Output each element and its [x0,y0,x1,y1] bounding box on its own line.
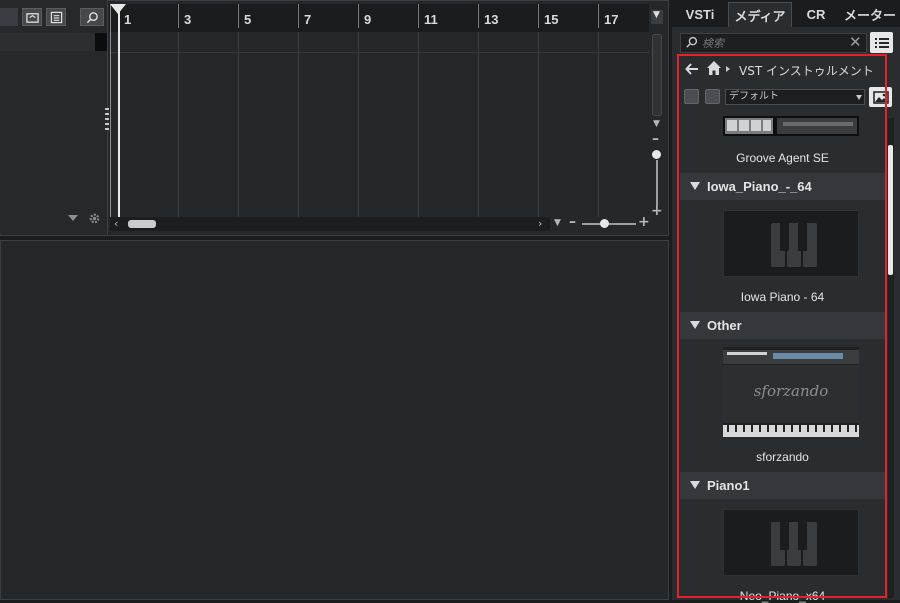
event-display[interactable] [109,32,649,217]
vertical-scroll-thumb[interactable] [652,34,662,116]
bar-number[interactable]: 9 [364,12,371,27]
zoom-in-icon[interactable]: + [638,214,650,230]
bar-number[interactable]: 5 [244,12,251,27]
cursor-head-icon[interactable] [110,4,126,14]
media-scroll-thumb[interactable] [888,145,893,275]
bar-tick [298,4,299,28]
zoom-preset-vertical-icon[interactable]: ▼ [653,119,660,129]
horizontal-zoom-slider[interactable] [582,223,636,225]
grid-line [358,32,359,217]
zoom-search-button[interactable] [80,8,104,26]
track-filter-field[interactable] [0,8,18,26]
track-row[interactable] [0,33,95,51]
search-input[interactable] [702,34,842,52]
bar-number[interactable]: 7 [304,12,311,27]
highlight-box [677,54,887,598]
track-divider [109,52,649,53]
horizontal-scroll-thumb[interactable] [128,220,156,228]
bar-number[interactable]: 3 [184,12,191,27]
search-icon [686,36,698,48]
bar-tick [598,4,599,28]
vertical-zoom-in-icon[interactable]: + [651,203,663,219]
track-menu-icon[interactable]: ▼ [653,10,660,20]
folder-icon [25,12,39,23]
tab-meter[interactable]: メーター [840,2,900,27]
grid-line [418,32,419,217]
vertical-zoom-slider[interactable] [656,160,658,206]
tab-vsti[interactable]: VSTi [672,2,728,27]
gear-icon[interactable] [88,212,101,225]
bar-tick [238,4,239,28]
scroll-left-icon[interactable]: ‹ [114,217,118,230]
horizontal-zoom-knob[interactable] [600,219,609,228]
grid-line [298,32,299,217]
bar-tick [478,4,479,28]
lower-zone [0,240,669,600]
scroll-right-icon[interactable]: › [538,217,542,230]
bar-tick [538,4,539,28]
bar-number[interactable]: 13 [484,12,498,27]
folder-tracks-button[interactable] [22,8,42,26]
vertical-zoom-knob[interactable] [652,150,661,159]
bar-number[interactable]: 1 [124,12,131,27]
grid-line [478,32,479,217]
grid-line [238,32,239,217]
left-locator-line [110,4,111,217]
tab-control-room[interactable]: CR [792,2,840,27]
vertical-zoom-out-icon[interactable]: – [652,131,659,147]
list-icon [50,11,62,23]
bar-tick [418,4,419,28]
grid-line [598,32,599,217]
right-zone-tabs: VSTi メディア CR メーター [672,0,900,27]
project-cursor[interactable] [118,4,120,217]
bar-tick [358,4,359,28]
clear-search-icon[interactable]: ✕ [849,33,862,51]
bar-tick [178,4,179,28]
bar-number[interactable]: 11 [424,12,438,27]
grid-line [538,32,539,217]
bar-number[interactable]: 15 [544,12,558,27]
track-list-button[interactable] [46,8,66,26]
bar-number[interactable]: 17 [604,12,618,27]
zoom-preset-icon[interactable]: ▼ [554,218,561,228]
search-icon [86,11,98,23]
grid-line [178,32,179,217]
list-view-button[interactable] [870,32,893,53]
dropdown-arrow-icon[interactable] [68,215,78,221]
zoom-out-icon[interactable]: – [569,214,576,230]
list-view-icon [874,37,889,48]
horizontal-scrollbar[interactable] [110,217,550,231]
tab-media[interactable]: メディア [728,2,792,27]
track-row-end [95,33,107,51]
